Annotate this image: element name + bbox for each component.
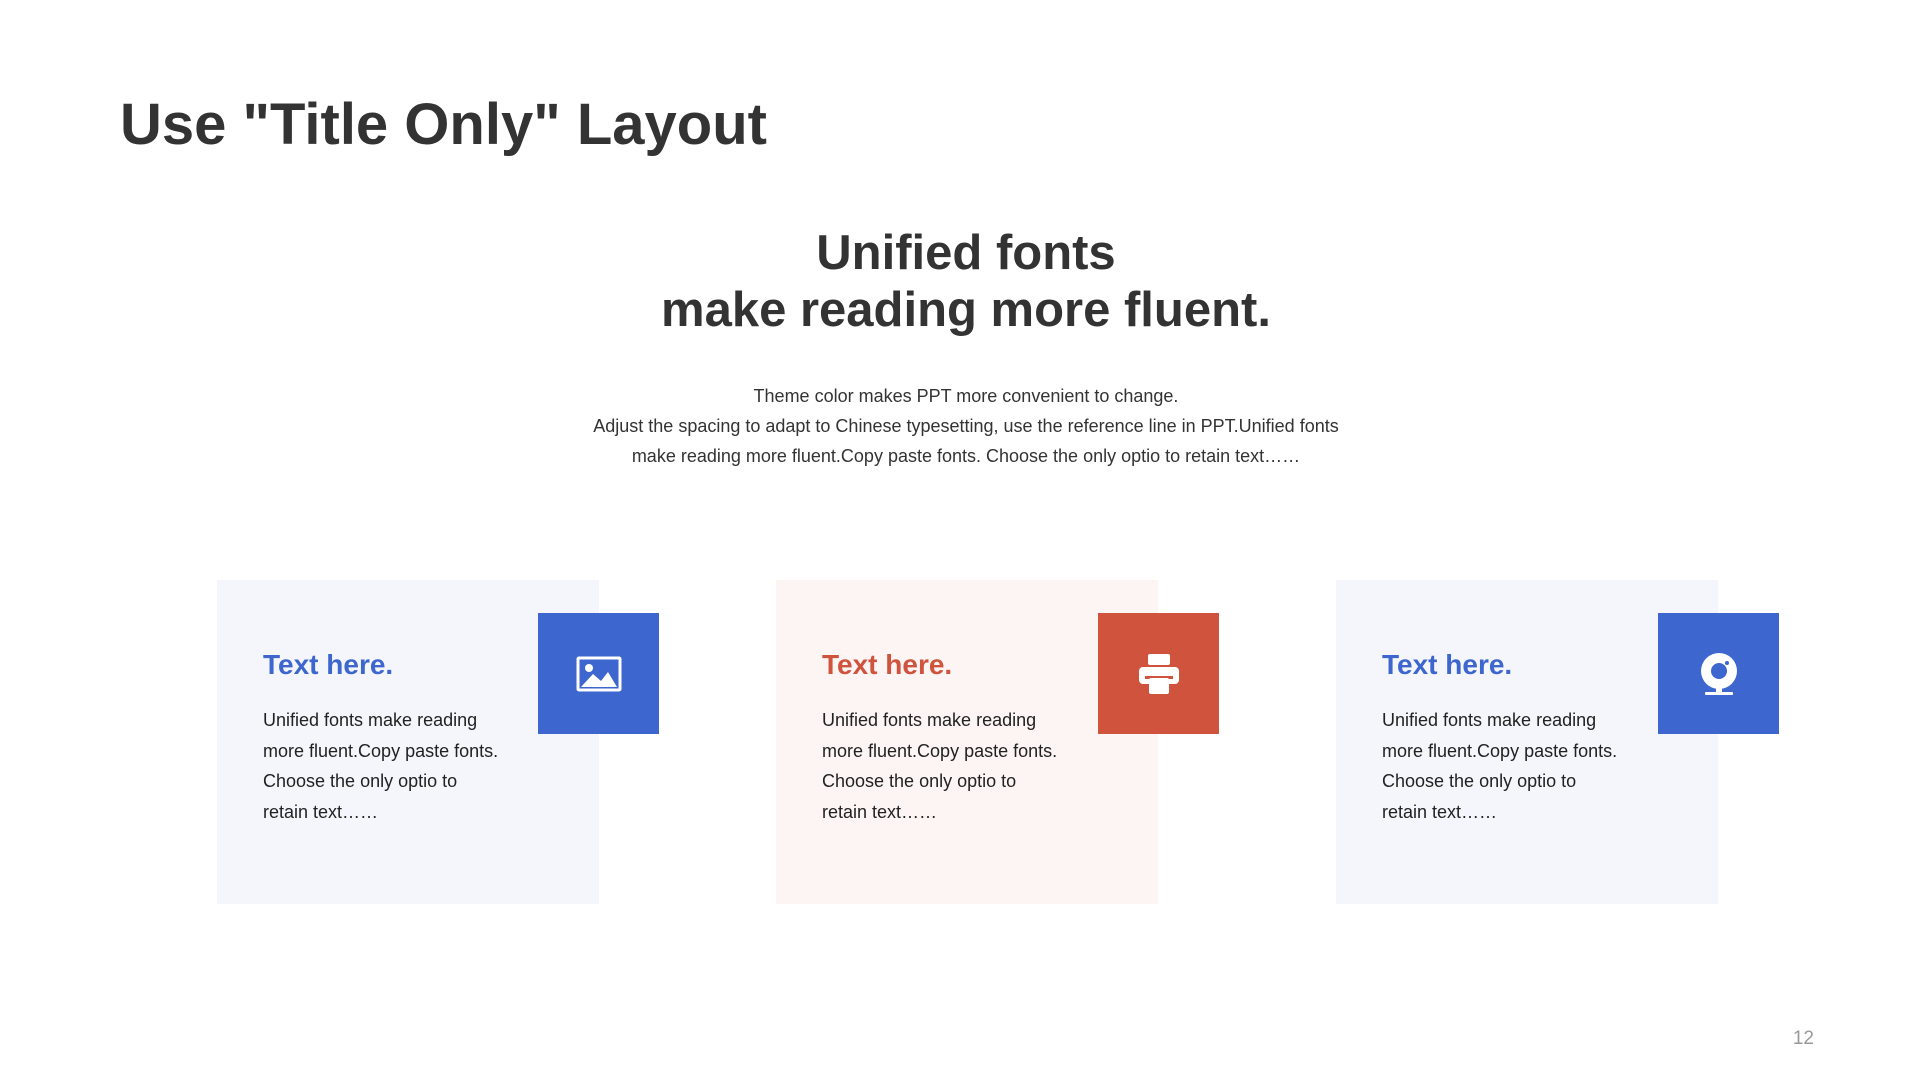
card-body-line: Unified fonts make reading bbox=[822, 710, 1037, 730]
card-body-line: Choose the only optio to bbox=[822, 771, 1017, 791]
card-body-line: retain text…… bbox=[822, 801, 938, 822]
image-icon bbox=[576, 656, 621, 691]
image-icon-box bbox=[538, 613, 659, 734]
card-body-line: retain text…… bbox=[263, 801, 379, 822]
card-body-line: more fluent.Copy paste fonts. bbox=[1382, 740, 1618, 761]
headline-line-1: Unified fonts bbox=[816, 226, 1116, 280]
card-body-line: more fluent.Copy paste fonts. bbox=[822, 740, 1058, 761]
slide: Use "Title Only" Layout Unified fonts ma… bbox=[0, 0, 1920, 1080]
page-number: 12 bbox=[1792, 1028, 1814, 1049]
headline-line-2: make reading more fluent. bbox=[661, 283, 1271, 337]
card-body-line: Choose the only optio to bbox=[263, 771, 458, 791]
intro-line-2: Adjust the spacing to adapt to Chinese t… bbox=[593, 416, 1339, 436]
card-title: Text here. bbox=[822, 649, 953, 680]
card-body: Unified fonts make reading more fluent.C… bbox=[263, 705, 563, 827]
card-body-line: Unified fonts make reading bbox=[263, 710, 478, 730]
intro-line-1: Theme color makes PPT more convenient to… bbox=[753, 386, 1179, 406]
intro-line-3: make reading more fluent.Copy paste font… bbox=[631, 446, 1301, 466]
card-title: Text here. bbox=[263, 649, 394, 680]
card-body: Unified fonts make reading more fluent.C… bbox=[822, 705, 1122, 827]
card-body-line: retain text…… bbox=[1382, 801, 1498, 822]
page-title: Use "Title Only" Layout bbox=[120, 92, 767, 157]
card-body: Unified fonts make reading more fluent.C… bbox=[1382, 705, 1682, 827]
printer-icon bbox=[1138, 653, 1179, 694]
printer-icon-box bbox=[1098, 613, 1219, 734]
card-body-line: Choose the only optio to bbox=[1382, 771, 1577, 791]
card-body-line: more fluent.Copy paste fonts. bbox=[263, 740, 499, 761]
webcam-icon bbox=[1700, 652, 1737, 695]
card-title: Text here. bbox=[1382, 649, 1513, 680]
webcam-icon-box bbox=[1658, 613, 1779, 734]
card-body-line: Unified fonts make reading bbox=[1382, 710, 1597, 730]
